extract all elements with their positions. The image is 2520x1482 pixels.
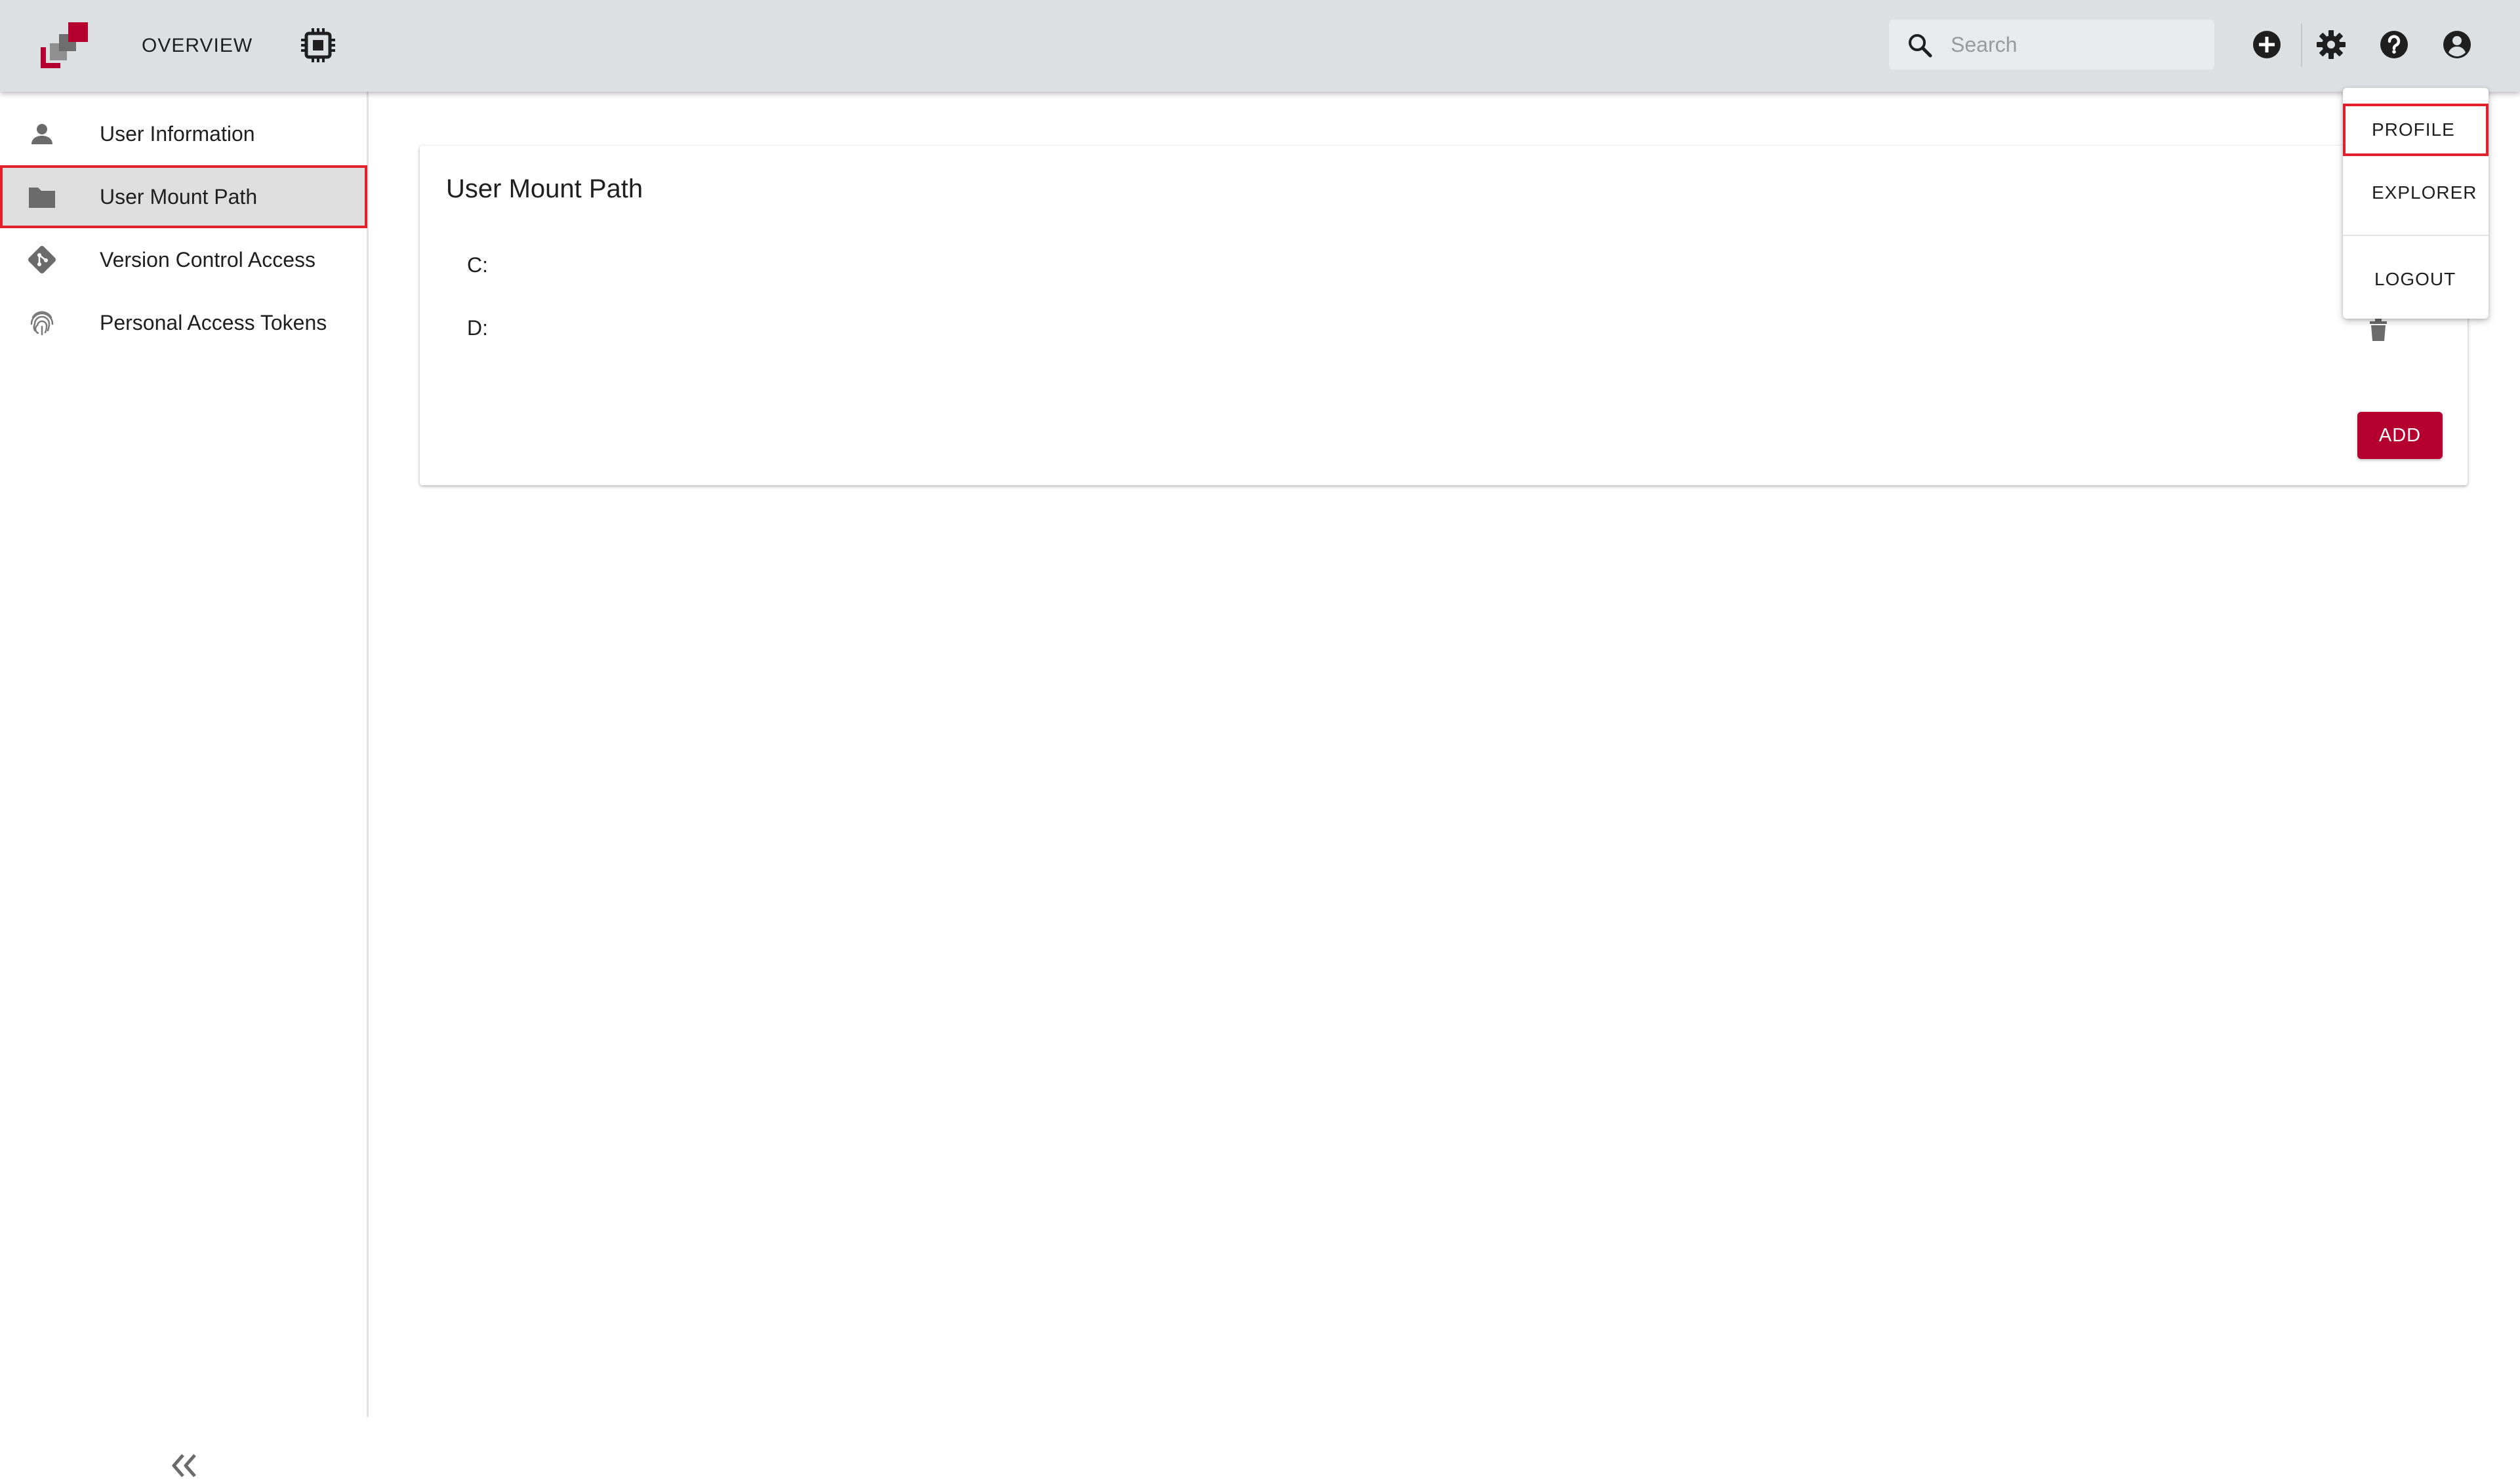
search-box[interactable] [1889,20,2214,70]
chip-icon[interactable] [296,24,340,67]
user-menu: PROFILE EXPLORER LOGOUT [2343,88,2489,319]
account-icon[interactable] [2436,24,2478,66]
menu-divider [2343,235,2489,236]
sidebar: User Information User Mount Path Version… [0,92,369,1477]
add-button[interactable]: ADD [2357,412,2443,459]
sidebar-item-user-information[interactable]: User Information [0,102,367,165]
sidebar-item-label: User Mount Path [100,184,258,209]
double-chevron-left-icon[interactable] [164,1449,203,1482]
help-icon[interactable] [2373,24,2415,66]
menu-item-label: PROFILE [2372,119,2455,140]
user-mount-path-card: User Mount Path C: D: [420,146,2468,485]
add-circle-icon[interactable] [2246,24,2288,66]
sidebar-item-label: User Information [100,121,255,146]
toolbar-divider [2301,24,2302,67]
fingerprint-icon [25,306,59,340]
sidebar-item-label: Personal Access Tokens [100,310,327,334]
search-input[interactable] [1949,20,2205,70]
menu-item-label: LOGOUT [2374,269,2456,289]
search-icon [1907,33,1932,58]
nav-overview-link[interactable]: OVERVIEW [129,26,266,66]
menu-item-label: EXPLORER [2372,182,2477,203]
sidebar-item-version-control-access[interactable]: Version Control Access [0,228,367,291]
folder-icon [25,180,59,214]
app-logo[interactable] [39,20,92,70]
git-icon [25,243,59,277]
drive-row-c: C: [467,253,488,277]
menu-item-explorer[interactable]: EXPLORER [2343,167,2489,219]
sidebar-item-personal-access-tokens[interactable]: Personal Access Tokens [0,291,367,354]
drive-row-d: D: [467,316,488,340]
menu-item-profile[interactable]: PROFILE [2343,104,2489,156]
card-title: User Mount Path [446,174,643,203]
menu-item-logout[interactable]: LOGOUT [2343,253,2489,306]
person-icon [25,117,59,151]
top-app-bar: OVERVIEW [0,0,2520,92]
gear-icon[interactable] [2310,24,2352,66]
sidebar-item-label: Version Control Access [100,247,316,271]
sidebar-item-user-mount-path[interactable]: User Mount Path [0,165,367,228]
